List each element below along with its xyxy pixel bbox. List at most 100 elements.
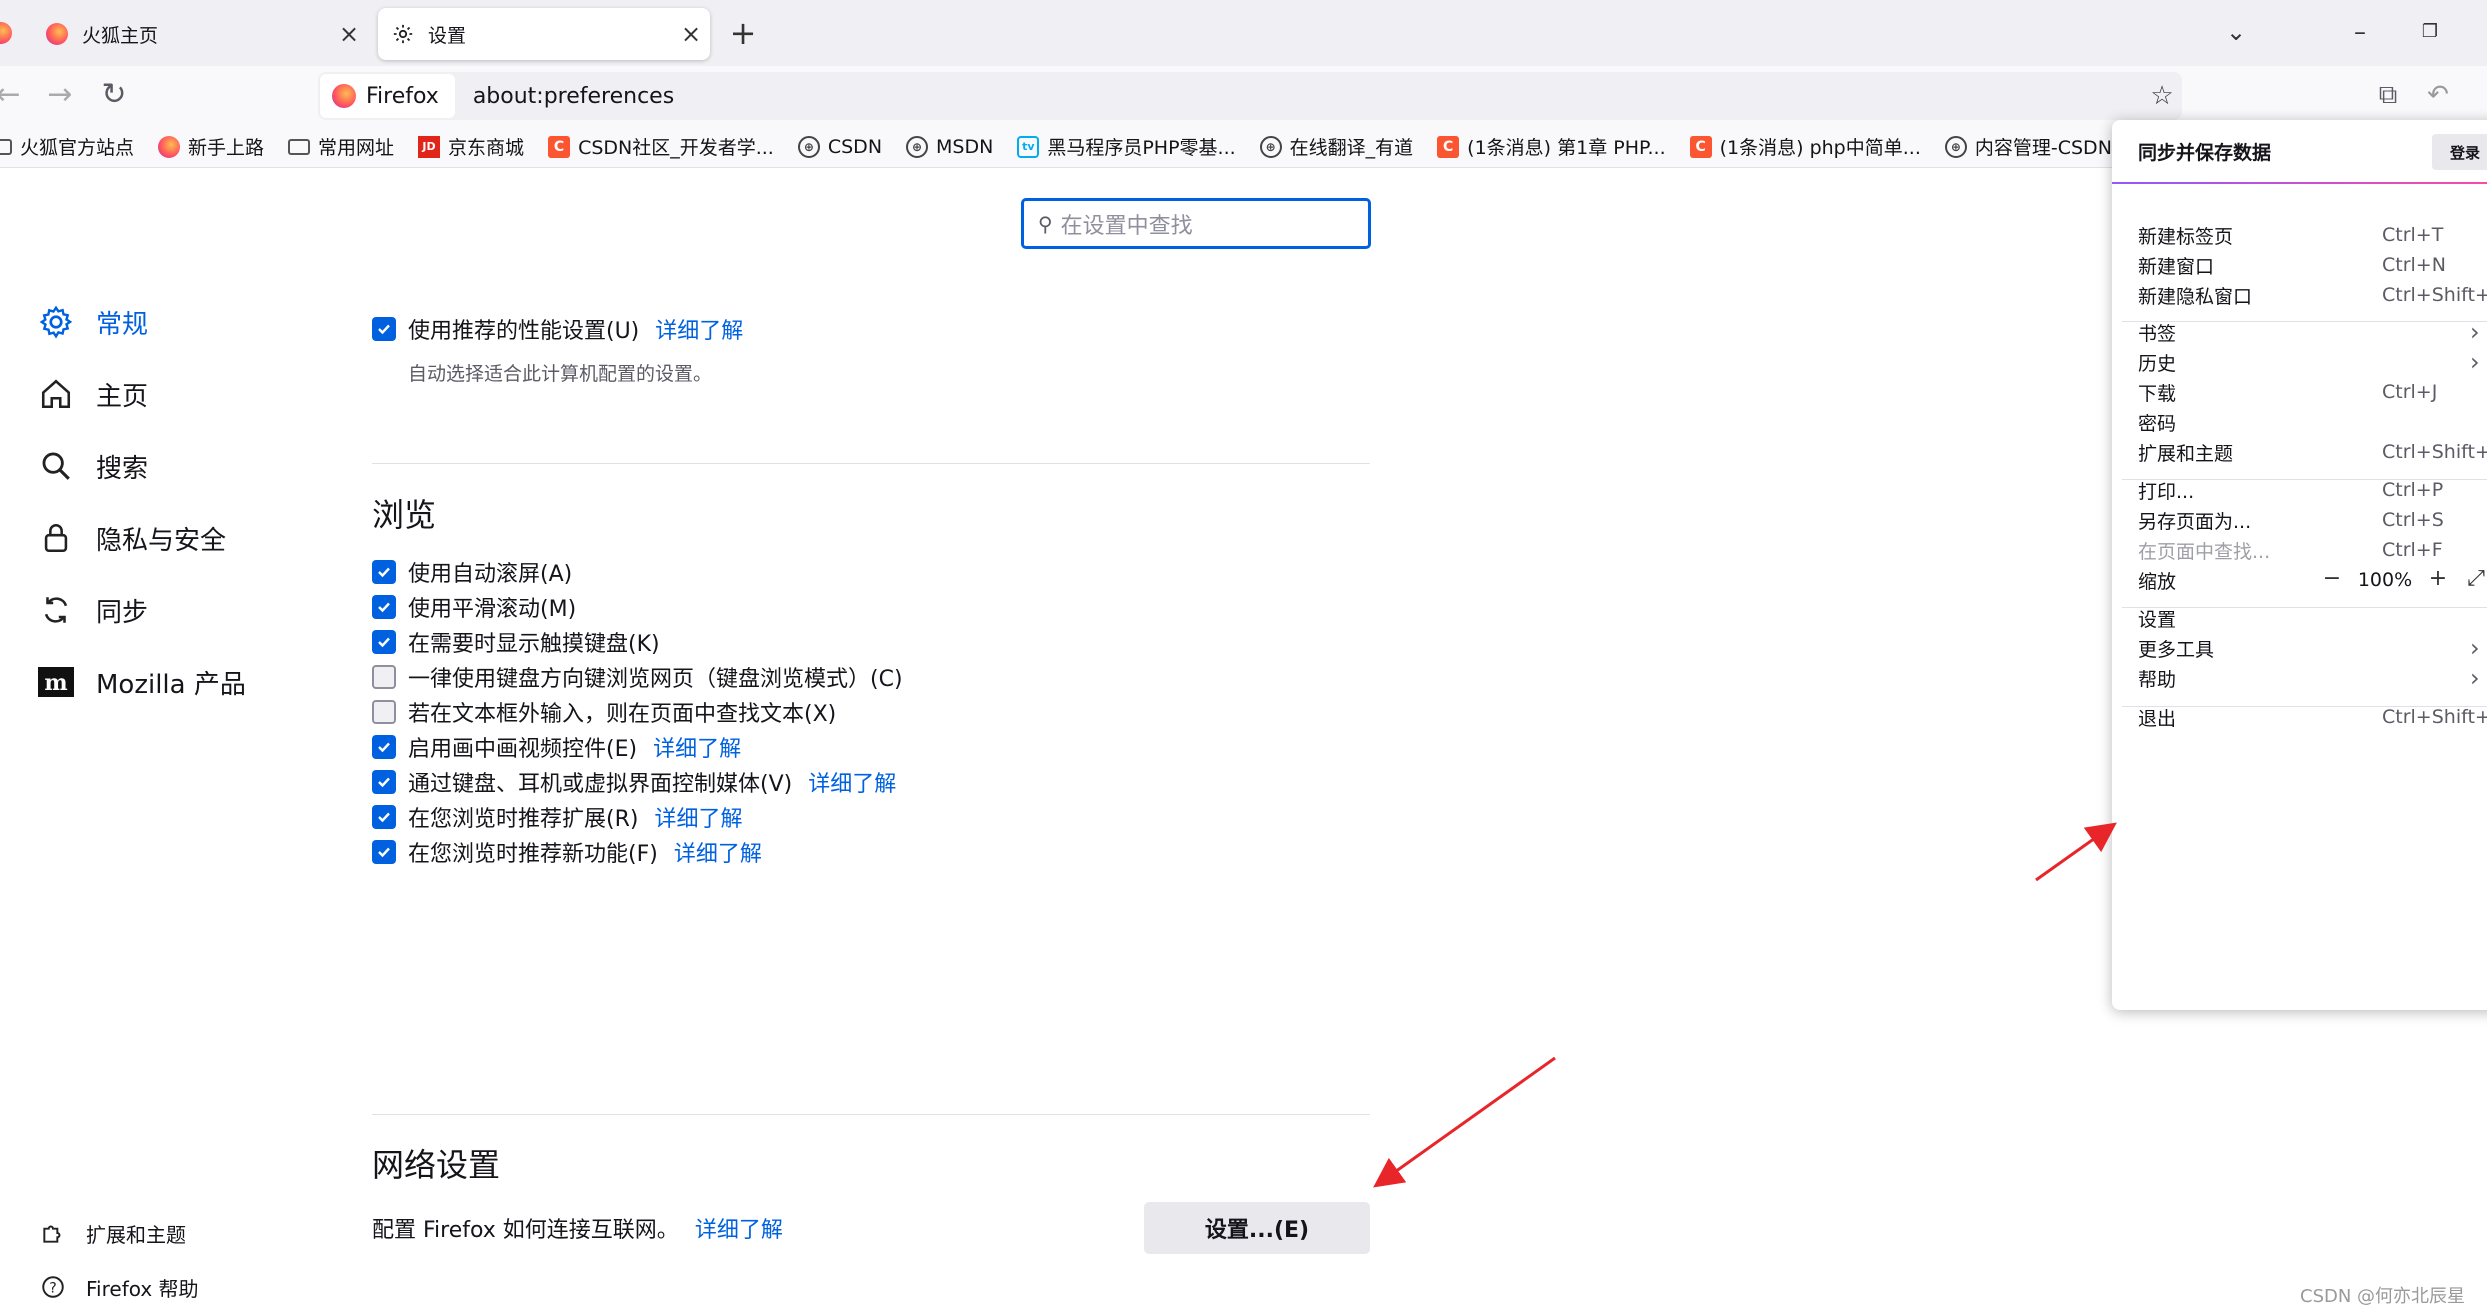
screenshot-icon[interactable]: ⧉ bbox=[2366, 74, 2410, 118]
back-icon[interactable]: ← bbox=[0, 74, 30, 118]
tab-label: 设置 bbox=[428, 24, 467, 47]
browsing-option-row[interactable]: 在您浏览时推荐新功能(F) 详细了解 bbox=[372, 836, 762, 868]
checkbox-checked[interactable] bbox=[372, 630, 396, 654]
close-tab-icon[interactable]: × bbox=[672, 20, 710, 48]
category-privacy[interactable]: 隐私与安全 bbox=[36, 502, 246, 574]
bookmark-item[interactable]: C (1条消息) 第1章 PHP... bbox=[1437, 133, 1666, 160]
menu-item-quit[interactable]: 退出 Ctrl+Shift+Q bbox=[2112, 694, 2487, 740]
app-menu-panel: 同步并保存数据 登录 新建标签页 Ctrl+T 新建窗口 Ctrl+N 新建隐私窗口 Ct… bbox=[2112, 120, 2487, 1010]
list-tabs-icon[interactable]: ⌄ bbox=[2216, 12, 2256, 52]
checkbox-checked[interactable] bbox=[372, 560, 396, 584]
undo-icon[interactable]: ↶ bbox=[2416, 74, 2460, 118]
arrow-to-network-button bbox=[1373, 1056, 1556, 1188]
restore-icon[interactable]: ❐ bbox=[2410, 12, 2450, 52]
section-divider bbox=[372, 463, 1370, 464]
search-icon: ⚲ bbox=[1038, 211, 1053, 236]
option-label: 在需要时显示触摸键盘(K) bbox=[408, 632, 660, 657]
learn-more-link[interactable]: 详细了解 bbox=[695, 1212, 783, 1244]
home-icon bbox=[36, 374, 76, 414]
extensions-themes-link[interactable]: 扩展和主题 bbox=[38, 1218, 186, 1248]
bookmark-star-icon[interactable]: ☆ bbox=[2142, 81, 2182, 111]
zoom-controls: −100% + ⤢ bbox=[2318, 566, 2487, 594]
learn-more-link[interactable]: 详细了解 bbox=[674, 836, 762, 868]
firefox-help-link[interactable]: ? Firefox 帮助 bbox=[38, 1272, 199, 1302]
bookmark-item[interactable]: C CSDN社区_开发者学... bbox=[548, 133, 774, 160]
fullscreen-icon[interactable]: ⤢ bbox=[2462, 566, 2487, 594]
browsing-option-row[interactable]: 在需要时显示触摸键盘(K) bbox=[372, 626, 660, 658]
tab-firefox-home[interactable]: 火狐主页 × bbox=[0, 8, 368, 60]
gear-icon bbox=[36, 302, 76, 342]
network-settings-button[interactable]: 设置...(E) bbox=[1144, 1202, 1370, 1254]
checkbox-checked[interactable] bbox=[372, 595, 396, 619]
bookmark-item[interactable]: JD 京东商城 bbox=[418, 133, 524, 160]
reload-icon[interactable]: ↻ bbox=[92, 74, 136, 118]
zoom-out-button[interactable]: − bbox=[2318, 566, 2346, 594]
performance-checkbox-row[interactable]: 使用推荐的性能设置(U) 详细了解 bbox=[372, 313, 1370, 345]
checkbox-checked[interactable] bbox=[372, 770, 396, 794]
minimize-icon[interactable]: – bbox=[2340, 12, 2380, 52]
csdn-icon: C bbox=[548, 135, 571, 158]
bookmark-label: 火狐官方站点 bbox=[20, 137, 135, 159]
csdn-icon: C bbox=[1437, 135, 1460, 158]
globe-icon: ⊕ bbox=[1944, 135, 1967, 158]
bookmark-item[interactable]: ⊕ CSDN bbox=[797, 135, 882, 158]
forward-icon[interactable]: → bbox=[38, 74, 82, 118]
settings-search-input[interactable]: ⚲ 在设置中查找 bbox=[1021, 198, 1371, 249]
globe-icon: ⊕ bbox=[797, 135, 820, 158]
sync-header[interactable]: 同步并保存数据 登录 bbox=[2112, 120, 2487, 184]
bookmark-item[interactable]: 火狐官方站点 bbox=[0, 133, 134, 160]
browsing-option-row[interactable]: 一律使用键盘方向键浏览网页（键盘浏览模式）(C) bbox=[372, 661, 903, 693]
checkbox-checked[interactable] bbox=[372, 805, 396, 829]
close-tab-icon[interactable]: × bbox=[330, 20, 368, 48]
option-label: 在您浏览时推荐新功能(F) bbox=[408, 842, 658, 867]
checkbox-unchecked[interactable] bbox=[372, 700, 396, 724]
network-heading: 网络设置 bbox=[372, 1146, 501, 1184]
checkbox-checked[interactable] bbox=[372, 735, 396, 759]
checkbox-checked[interactable] bbox=[372, 840, 396, 864]
browsing-option-row[interactable]: 使用平滑滚动(M) bbox=[372, 591, 576, 623]
checkbox-checked[interactable] bbox=[372, 317, 396, 341]
browsing-option-row[interactable]: 启用画中画视频控件(E) 详细了解 bbox=[372, 731, 741, 763]
menu-shortcut: Ctrl+Shift+P bbox=[2382, 284, 2487, 306]
new-tab-button[interactable]: + bbox=[724, 12, 762, 56]
url-text[interactable]: about:preferences bbox=[473, 84, 2142, 109]
learn-more-link[interactable]: 详细了解 bbox=[654, 801, 742, 833]
bookmark-item[interactable]: C (1条消息) php中简单... bbox=[1689, 133, 1921, 160]
category-label: 主页 bbox=[96, 381, 149, 412]
bookmark-item[interactable]: 常用网址 bbox=[288, 133, 394, 160]
browsing-heading: 浏览 bbox=[372, 496, 437, 534]
zoom-in-button[interactable]: + bbox=[2424, 566, 2452, 594]
bookmark-item[interactable]: ⊕ 在线翻译_有道 bbox=[1259, 133, 1413, 160]
learn-more-link[interactable]: 详细了解 bbox=[808, 766, 896, 798]
option-label: 使用平滑滚动(M) bbox=[408, 597, 577, 622]
lock-icon bbox=[36, 518, 76, 558]
learn-more-link[interactable]: 详细了解 bbox=[655, 313, 743, 345]
category-label: 常规 bbox=[96, 309, 149, 340]
sync-icon bbox=[36, 590, 76, 630]
browsing-option-row[interactable]: 若在文本框外输入，则在页面中查找文本(X) bbox=[372, 696, 836, 728]
csdn-icon: C bbox=[1689, 135, 1712, 158]
category-home[interactable]: 主页 bbox=[36, 358, 246, 430]
category-general[interactable]: 常规 bbox=[36, 286, 246, 358]
category-search[interactable]: 搜索 bbox=[36, 430, 246, 502]
option-label: 在您浏览时推荐扩展(R) bbox=[408, 807, 639, 832]
tab-label: 火狐主页 bbox=[82, 24, 159, 47]
checkbox-unchecked[interactable] bbox=[372, 665, 396, 689]
browsing-option-row[interactable]: 通过键盘、耳机或虚拟界面控制媒体(V) 详细了解 bbox=[372, 766, 896, 798]
category-sync[interactable]: 同步 bbox=[36, 574, 246, 646]
url-bar[interactable]: Firefox about:preferences ☆ bbox=[318, 72, 2182, 120]
search-placeholder: 在设置中查找 bbox=[1060, 213, 1193, 239]
login-button[interactable]: 登录 bbox=[2432, 134, 2487, 170]
zoom-level[interactable]: 100% bbox=[2346, 569, 2424, 591]
browsing-option-row[interactable]: 使用自动滚屏(A) bbox=[372, 556, 572, 588]
learn-more-link[interactable]: 详细了解 bbox=[653, 731, 741, 763]
bookmark-item[interactable]: ⊕ MSDN bbox=[906, 135, 993, 158]
globe-icon: ⊕ bbox=[1259, 135, 1282, 158]
browsing-option-row[interactable]: 在您浏览时推荐扩展(R) 详细了解 bbox=[372, 801, 742, 833]
identity-box[interactable]: Firefox bbox=[320, 74, 455, 118]
sync-title: 同步并保存数据 bbox=[2138, 141, 2272, 164]
bookmark-item[interactable]: 新手上路 bbox=[158, 133, 264, 160]
category-mozilla-products[interactable]: m Mozilla 产品 bbox=[36, 646, 246, 718]
bookmark-item[interactable]: tv 黑马程序员PHP零基... bbox=[1017, 133, 1236, 160]
tab-settings[interactable]: 设置 × bbox=[378, 8, 710, 60]
